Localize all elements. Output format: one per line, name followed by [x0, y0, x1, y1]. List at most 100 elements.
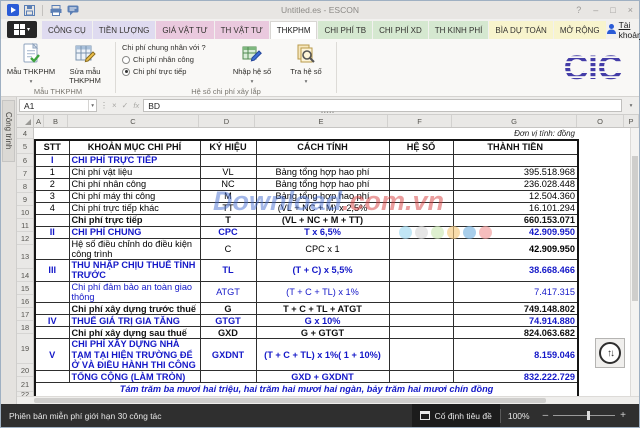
cell-coef[interactable]	[389, 339, 453, 371]
cell-stt[interactable]	[35, 214, 69, 226]
nhap-he-so-button[interactable]: Nhập hệ số ▾	[226, 41, 278, 86]
cell-amount[interactable]: 395.518.968	[453, 166, 578, 178]
row-header-19[interactable]: 19	[17, 334, 33, 364]
cell-amount[interactable]	[453, 154, 578, 166]
cell-name[interactable]: THU NHẬP CHỊU THUẾ TÍNH TRƯỚC	[69, 260, 200, 282]
cell-amount[interactable]: 16.101.294	[453, 202, 578, 214]
print-icon[interactable]	[50, 5, 62, 16]
row-header-4[interactable]: 4	[17, 128, 33, 139]
row-header-5[interactable]: 5	[17, 139, 33, 154]
tab-mo-rong[interactable]: MỞ RỘNG	[554, 21, 606, 39]
cell-coef[interactable]	[389, 281, 453, 303]
cell-name[interactable]: THUẾ GIÁ TRỊ GIA TĂNG	[69, 315, 200, 327]
cell-name[interactable]: Chi phí máy thi công	[69, 190, 200, 202]
save-icon[interactable]	[24, 5, 35, 16]
cell-name[interactable]: Chi phí vật liệu	[69, 166, 200, 178]
row-header-17[interactable]: 17	[17, 308, 33, 321]
cell-stt[interactable]: 3	[35, 190, 69, 202]
cell-name[interactable]: Chi phí trực tiếp khác	[69, 202, 200, 214]
zoom-in-button[interactable]: +	[620, 410, 626, 421]
cell-symbol[interactable]: T	[200, 214, 256, 226]
cell-stt[interactable]: III	[35, 260, 69, 282]
amount-in-words[interactable]: Tám trăm ba mươi hai triệu, hai trăm hai…	[35, 383, 578, 396]
cell-symbol[interactable]: ATGT	[200, 281, 256, 303]
cell-stt[interactable]	[35, 303, 69, 315]
zoom-slider[interactable]	[553, 415, 615, 416]
freeze-header-button[interactable]: Cố định tiêu đề	[412, 404, 500, 427]
row-header-15[interactable]: 15	[17, 282, 33, 295]
cell-stt[interactable]: 1	[35, 166, 69, 178]
cell-formula[interactable]: (T + C) x 5,5%	[256, 260, 389, 282]
file-menu-button[interactable]: ▾	[7, 21, 37, 38]
horizontal-scrollbar-thumb[interactable]	[34, 398, 546, 403]
scroll-top-bottom-button[interactable]: ↑↓	[595, 338, 625, 368]
cell-amount[interactable]: 42.909.950	[453, 226, 578, 238]
row-header-7[interactable]: 7	[17, 167, 33, 180]
cell-symbol[interactable]: GTGT	[200, 315, 256, 327]
cell-formula[interactable]: G + GTGT	[256, 327, 389, 339]
split-handle[interactable]: •••••	[321, 111, 335, 115]
row-header-18[interactable]: 18	[17, 321, 33, 334]
cell-formula[interactable]: CPC x 1	[256, 238, 389, 260]
formula-input[interactable]: BD	[143, 99, 622, 112]
sua-mau-thkphm-button[interactable]: Sửa mẫu THKPHM	[59, 41, 111, 85]
cell-formula[interactable]: (T + C + TL) x 1%	[256, 281, 389, 303]
tab-tien-luong[interactable]: TIỀN LƯỢNG	[93, 21, 156, 39]
cell-stt[interactable]: V	[35, 339, 69, 371]
chevron-down-icon[interactable]: ▾	[88, 100, 96, 111]
vertical-scrollbar[interactable]	[630, 128, 639, 396]
tab-th-vat-tu[interactable]: TH VẬT TƯ	[215, 21, 269, 39]
cell-amount[interactable]: 74.914.880	[453, 315, 578, 327]
cell-formula[interactable]: Bảng tổng hợp hao phí	[256, 166, 389, 178]
cell-coef[interactable]	[389, 202, 453, 214]
cell-stt[interactable]	[35, 238, 69, 260]
cell-stt[interactable]: II	[35, 226, 69, 238]
close-button[interactable]: ×	[628, 6, 633, 15]
cell-coef[interactable]	[389, 238, 453, 260]
column-header-G[interactable]: G	[452, 115, 577, 127]
minimize-button[interactable]: –	[593, 6, 598, 15]
cell-symbol[interactable]: TT	[200, 202, 256, 214]
cell-amount[interactable]: 660.153.071	[453, 214, 578, 226]
cell-name[interactable]: Chi phí nhân công	[69, 178, 200, 190]
column-header-D[interactable]: D	[199, 115, 255, 127]
cell-amount[interactable]: 236.028.448	[453, 178, 578, 190]
cell-coef[interactable]	[389, 260, 453, 282]
radio-chi-phi-truc-tiep[interactable]: Chi phí trực tiếp	[122, 67, 222, 76]
cell-name[interactable]: TỔNG CỘNG (LÀM TRÒN)	[69, 371, 200, 383]
row-header-8[interactable]: 8	[17, 180, 33, 193]
cell-stt[interactable]: 4	[35, 202, 69, 214]
cell-stt[interactable]: IV	[35, 315, 69, 327]
cell-name[interactable]: Chi phí đảm bảo an toàn giao thông	[69, 281, 200, 303]
row-header-12[interactable]: 12	[17, 232, 33, 245]
cell-stt[interactable]: I	[35, 154, 69, 166]
cell-formula[interactable]: (VL + NC + M + TT)	[256, 214, 389, 226]
cell-stt[interactable]	[35, 281, 69, 303]
cell-stt[interactable]: 2	[35, 178, 69, 190]
tab-thkphm[interactable]: THKPHM	[270, 21, 318, 39]
radio-chi-phi-nhan-cong[interactable]: Chi phí nhân công	[122, 55, 222, 64]
row-header-10[interactable]: 10	[17, 206, 33, 219]
select-all-corner[interactable]	[17, 115, 34, 127]
row-header-16[interactable]: 16	[17, 295, 33, 308]
help-button[interactable]: ?	[576, 6, 581, 15]
column-header-P[interactable]: P	[624, 115, 639, 127]
column-header-E[interactable]: E	[255, 115, 388, 127]
tra-he-so-button[interactable]: Tra hệ số ▾	[280, 41, 332, 86]
cell-name[interactable]: CHI PHÍ TRỰC TIẾP	[69, 154, 200, 166]
cell-name[interactable]: CHI PHÍ XÂY DỰNG NHÀ TẠM TẠI HIỆN TRƯỜNG…	[69, 339, 200, 371]
cell-coef[interactable]	[389, 190, 453, 202]
cell-coef[interactable]	[389, 226, 453, 238]
tab-gia-vat-tu[interactable]: GIÁ VẬT TƯ	[156, 21, 213, 39]
cell-coef[interactable]	[389, 371, 453, 383]
horizontal-scrollbar[interactable]	[17, 396, 639, 404]
cell-amount[interactable]: 42.909.950	[453, 238, 578, 260]
cell-coef[interactable]	[389, 315, 453, 327]
cell-name[interactable]: Chi phí xây dựng sau thuế	[69, 327, 200, 339]
column-header-C[interactable]: C	[68, 115, 199, 127]
cell-formula[interactable]: (VL + NC + M) x 2,5%	[256, 202, 389, 214]
column-header-O[interactable]: O	[577, 115, 624, 127]
row-header-13[interactable]: 13	[17, 245, 33, 269]
confirm-entry-button[interactable]: ✓	[121, 101, 130, 110]
cell-formula[interactable]	[256, 154, 389, 166]
